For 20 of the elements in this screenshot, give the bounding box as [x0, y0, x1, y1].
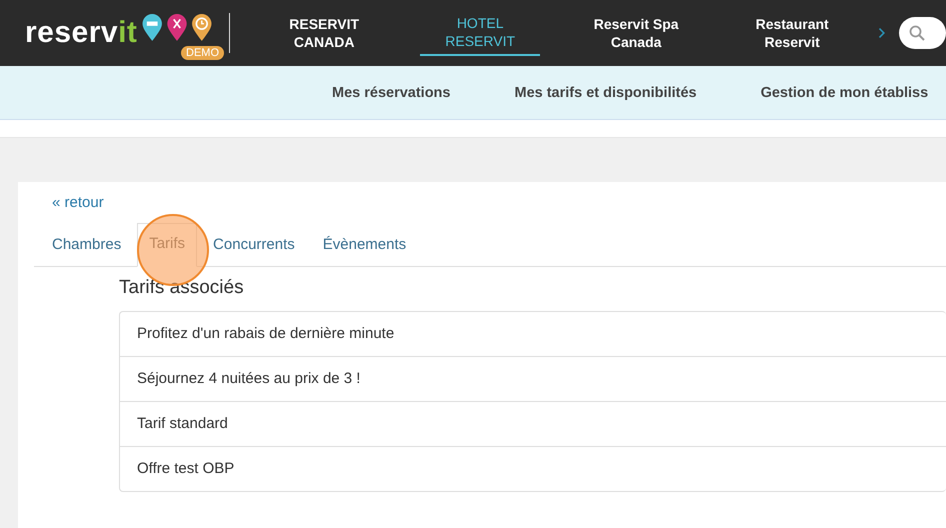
list-item[interactable]: Offre test OBP	[120, 446, 946, 491]
nav-tab[interactable]: Restaurant Reservit	[732, 10, 852, 56]
nav-tab[interactable]: Reservit Spa Canada	[576, 10, 696, 56]
back-link[interactable]: « retour	[52, 194, 104, 211]
menu-link[interactable]: Mes réservations	[332, 84, 450, 100]
nav-tab[interactable]: RESERVIT CANADA	[264, 10, 384, 56]
logo: reservit	[25, 16, 138, 50]
demo-badge: DEMO	[181, 46, 224, 60]
search-icon	[909, 25, 926, 41]
tab[interactable]: Chambres	[40, 224, 134, 267]
list-item[interactable]: Profitez d'un rabais de dernière minute	[120, 312, 946, 356]
menu-link[interactable]: Mes tarifs et disponibilités	[514, 84, 697, 100]
list-item[interactable]: Tarif standard	[120, 401, 946, 446]
section-title: Tarifs associés	[119, 277, 245, 299]
tab[interactable]: Concurrents	[201, 224, 307, 267]
tab[interactable]: Évènements	[310, 224, 418, 267]
list-item[interactable]: Séjournez 4 nuitées au prix de 3 !	[120, 356, 946, 401]
menu-link[interactable]: Gestion de mon établiss	[760, 84, 928, 100]
nav-tab[interactable]: HOTEL RESERVIT	[420, 10, 540, 56]
search-field[interactable]	[899, 17, 946, 49]
